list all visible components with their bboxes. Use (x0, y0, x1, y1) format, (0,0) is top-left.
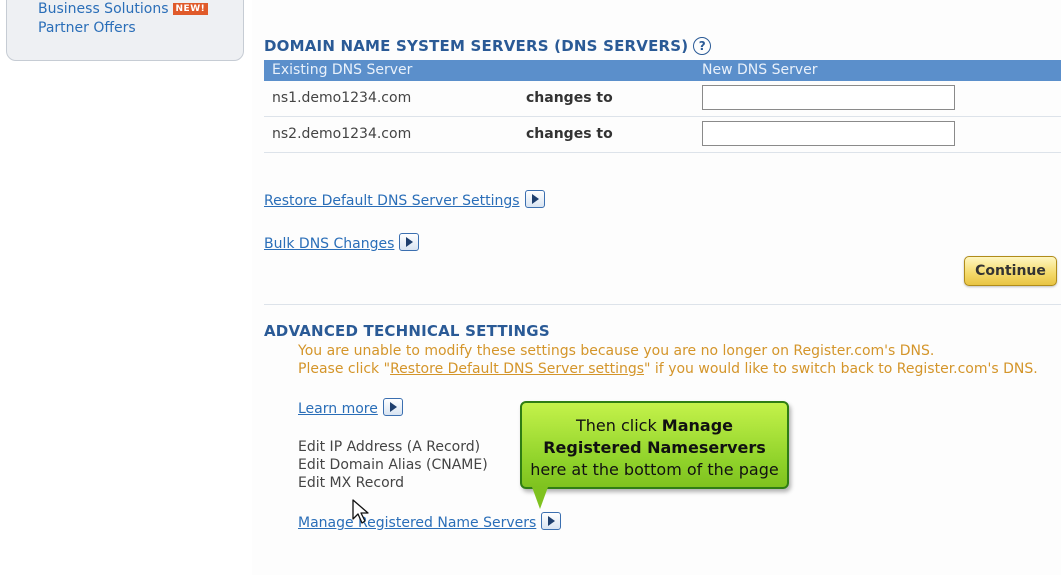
col-existing-dns: Existing DNS Server (272, 62, 413, 78)
edit-mx-record-text: Edit MX Record (298, 475, 405, 491)
business-solutions-label: Business Solutions (38, 1, 169, 17)
new-dns-server-input-1[interactable] (702, 85, 955, 110)
existing-server: ns1.demo1234.com (272, 90, 412, 106)
warning-suffix: " if you would like to switch back to Re… (644, 361, 1038, 377)
edit-cname-text: Edit Domain Alias (CNAME) (298, 457, 488, 473)
advanced-section-title: ADVANCED TECHNICAL SETTINGS (264, 322, 550, 340)
sidebar-link-business-solutions[interactable]: Business Solutions NEW! (38, 1, 209, 17)
table-row: ns1.demo1234.com changes to (264, 81, 1061, 117)
bulk-dns-changes-link[interactable]: Bulk DNS Changes (264, 236, 394, 252)
new-dns-server-input-2[interactable] (702, 121, 955, 146)
callout-text: Then click (575, 416, 662, 435)
callout-line-1: Then click Manage (522, 415, 787, 437)
dns-table-header: Existing DNS Server New DNS Server (264, 60, 1061, 81)
restore-default-dns-link[interactable]: Restore Default DNS Server Settings (264, 193, 520, 209)
manage-name-servers-row: Manage Registered Name Servers (298, 512, 562, 531)
callout-pointer (532, 487, 548, 509)
new-badge: NEW! (172, 3, 209, 15)
bulk-dns-row: Bulk DNS Changes (264, 233, 420, 252)
arrow-right-icon[interactable] (399, 233, 420, 251)
callout-line-2: Registered Nameservers (543, 438, 766, 457)
sidebar-link-partner-offers[interactable]: Partner Offers (38, 20, 136, 36)
warning-line-1: You are unable to modify these settings … (298, 343, 935, 359)
arrow-right-icon[interactable] (541, 512, 562, 530)
manage-registered-name-servers-link[interactable]: Manage Registered Name Servers (298, 515, 536, 531)
col-new-dns: New DNS Server (702, 62, 818, 78)
callout-line-3: here at the bottom of the page (530, 460, 779, 479)
warning-prefix: Please click " (298, 361, 391, 377)
learn-more-link[interactable]: Learn more (298, 401, 378, 417)
learn-more-row: Learn more (298, 398, 403, 417)
dns-warning-message: You are unable to modify these settings … (298, 342, 1038, 378)
changes-to-label: changes to (526, 90, 613, 106)
dns-title-text: DOMAIN NAME SYSTEM SERVERS (DNS SERVERS) (264, 37, 689, 55)
edit-a-record-text: Edit IP Address (A Record) (298, 439, 481, 455)
section-divider (264, 304, 1061, 305)
help-icon[interactable]: ? (693, 37, 712, 55)
changes-to-label: changes to (526, 126, 613, 142)
dns-section-title: DOMAIN NAME SYSTEM SERVERS (DNS SERVERS)… (264, 37, 712, 55)
table-row: ns2.demo1234.com changes to (264, 117, 1061, 153)
instruction-callout: Then click Manage Registered Nameservers… (520, 401, 789, 489)
restore-default-dns-inline-link[interactable]: Restore Default DNS Server settings (390, 361, 644, 377)
mouse-cursor-icon (352, 499, 369, 524)
arrow-right-icon[interactable] (524, 190, 545, 208)
continue-button[interactable]: Continue (964, 256, 1057, 286)
existing-server: ns2.demo1234.com (272, 126, 412, 142)
restore-default-dns-row: Restore Default DNS Server Settings (264, 190, 545, 209)
arrow-right-icon[interactable] (382, 398, 403, 416)
callout-bold-text: Manage (661, 416, 734, 435)
